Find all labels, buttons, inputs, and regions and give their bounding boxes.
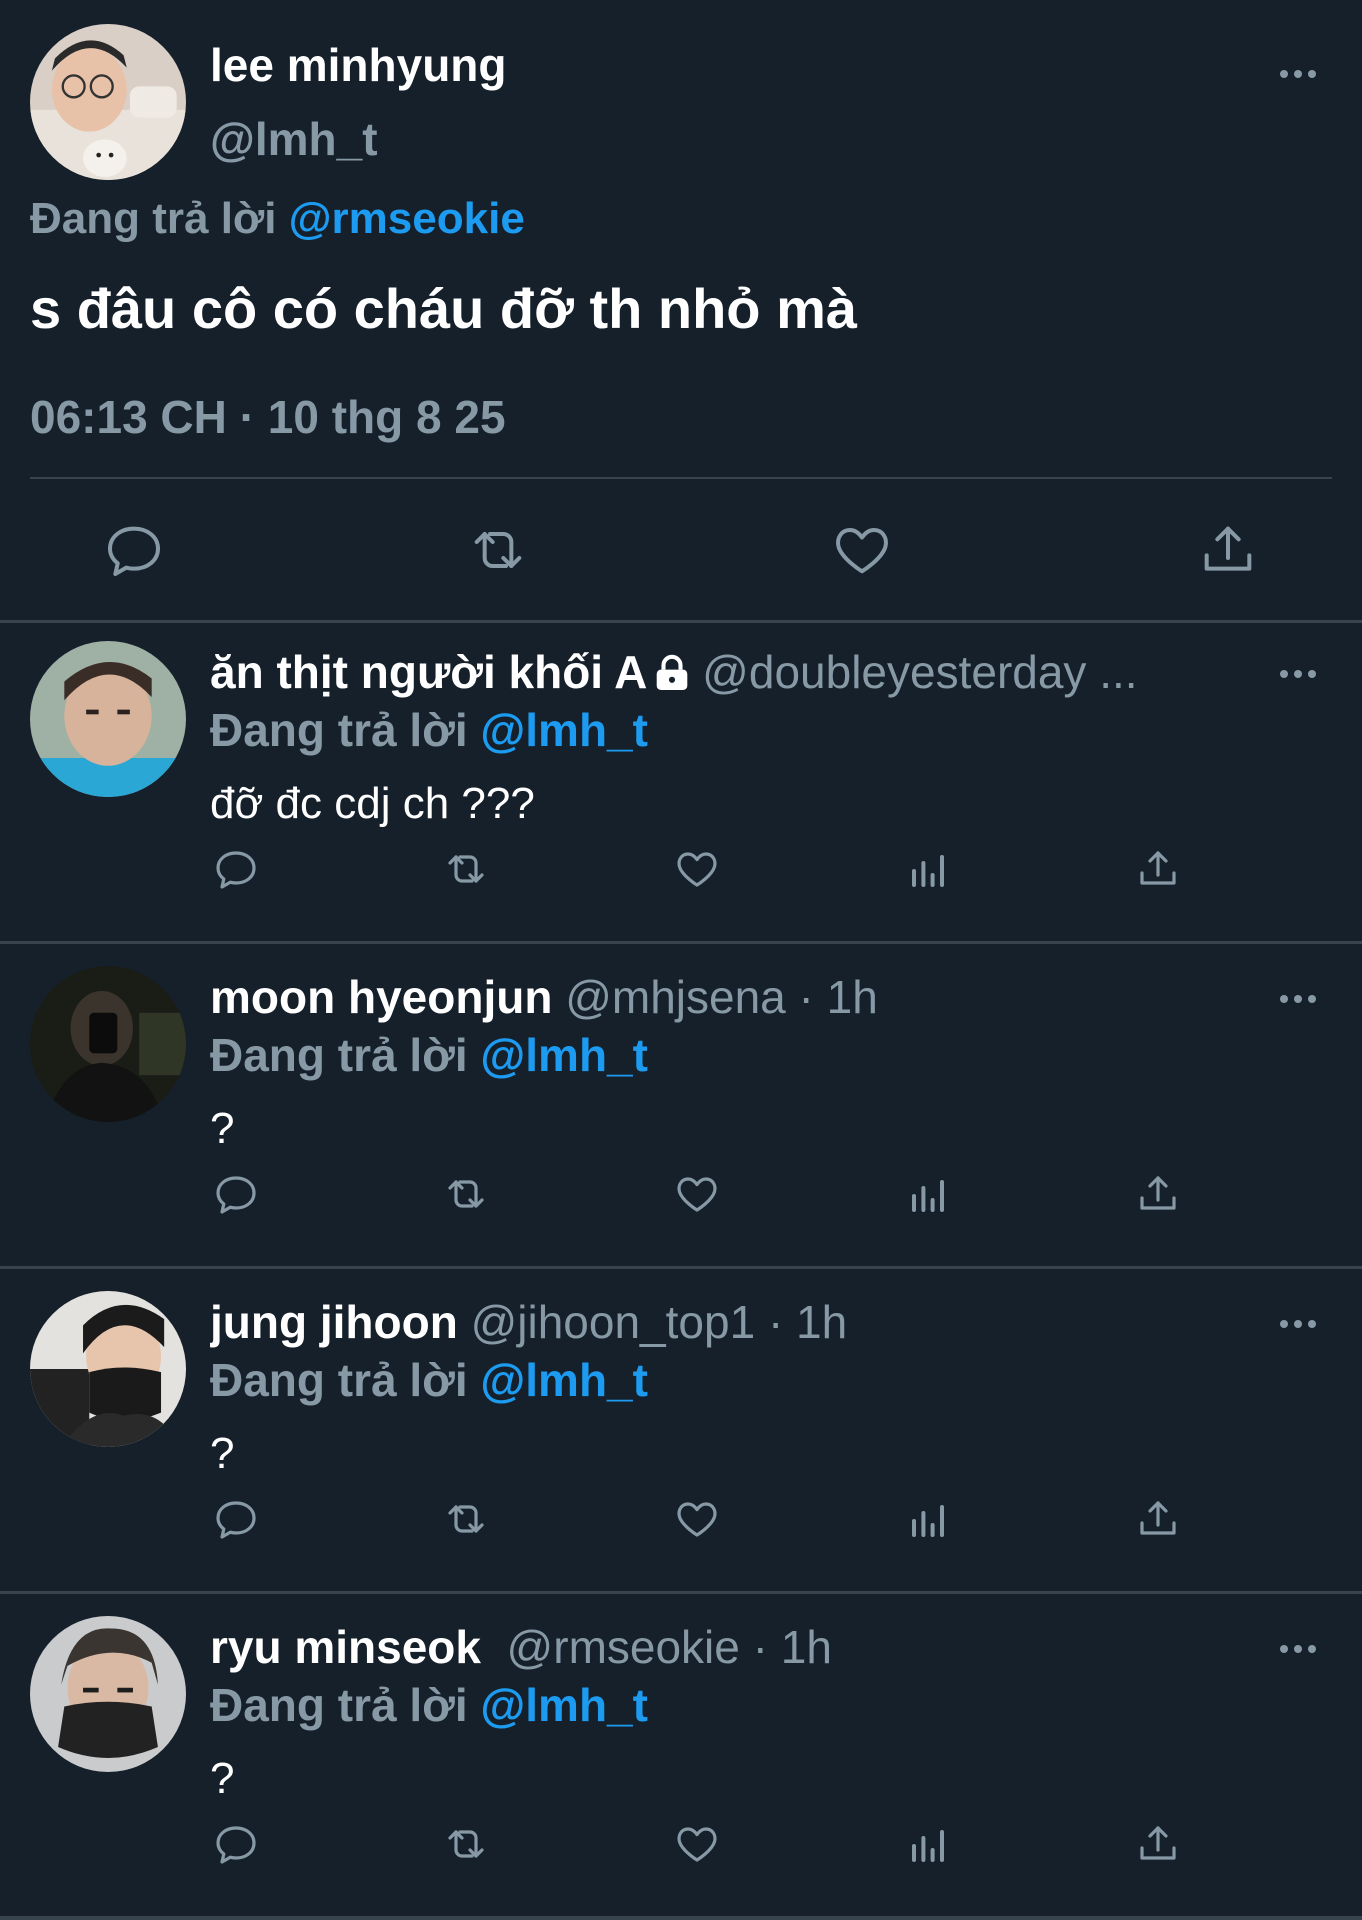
retweet-icon[interactable] xyxy=(466,518,530,582)
display-name[interactable]: jung jihoon xyxy=(210,1296,458,1348)
retweet-icon[interactable] xyxy=(442,1495,490,1543)
share-icon[interactable] xyxy=(1134,1170,1182,1218)
like-icon[interactable] xyxy=(673,1170,721,1218)
user-handle[interactable]: @lmh_t xyxy=(210,112,378,166)
avatar[interactable] xyxy=(30,24,186,180)
replying-to-mention[interactable]: @rmseokie xyxy=(289,194,525,243)
replying-to-prefix: Đang trả lời xyxy=(210,1354,481,1406)
reply-tweet[interactable]: moon hyeonjun @mhjsena · 1h Đang trả lời… xyxy=(0,948,1362,1270)
replying-to-mention[interactable]: @lmh_t xyxy=(480,1029,648,1081)
tweet-text: đỡ đc cdj ch ??? xyxy=(210,779,535,828)
reply-icon[interactable] xyxy=(102,518,166,582)
display-name[interactable]: ăn thịt người khối A xyxy=(210,646,647,698)
display-name[interactable]: ryu minseok xyxy=(210,1621,481,1673)
lock-icon xyxy=(657,654,688,690)
share-icon[interactable] xyxy=(1134,1820,1182,1868)
divider xyxy=(0,1266,1362,1269)
display-name[interactable]: lee minhyung xyxy=(210,38,506,92)
divider xyxy=(0,941,1362,944)
analytics-icon[interactable] xyxy=(904,1495,952,1543)
avatar[interactable] xyxy=(30,1291,186,1447)
reply-tweet[interactable]: jung jihoon @jihoon_top1 · 1h Đang trả l… xyxy=(0,1273,1362,1595)
replying-to-line: Đang trả lời @lmh_t xyxy=(210,1028,648,1082)
tweet-text: ? xyxy=(210,1429,235,1478)
like-icon[interactable] xyxy=(830,518,894,582)
retweet-icon[interactable] xyxy=(442,845,490,893)
reply-tweet[interactable]: ăn thịt người khối A @doubleyesterday ..… xyxy=(0,623,1362,945)
reply-icon[interactable] xyxy=(212,1495,260,1543)
reply-icon[interactable] xyxy=(212,1820,260,1868)
more-options-icon[interactable] xyxy=(1280,993,1320,1005)
reply-icon[interactable] xyxy=(212,1170,260,1218)
tweet-text: ? xyxy=(210,1754,235,1803)
divider xyxy=(30,477,1332,479)
tweet-timestamp: 06:13 CH · 10 thg 8 25 xyxy=(30,391,506,443)
replying-to-line: Đang trả lời @lmh_t xyxy=(210,1678,648,1732)
replying-to-prefix: Đang trả lời xyxy=(30,194,289,243)
more-options-icon[interactable] xyxy=(1280,668,1320,680)
divider xyxy=(0,1591,1362,1594)
reply-header: ryu minseok @rmseokie · 1h xyxy=(210,1620,1260,1674)
reply-header: jung jihoon @jihoon_top1 · 1h xyxy=(210,1295,1260,1349)
replying-to-line: Đang trả lời @lmh_t xyxy=(210,1353,648,1407)
share-icon[interactable] xyxy=(1134,845,1182,893)
replying-to-line: Đang trả lời @lmh_t xyxy=(210,703,648,757)
replying-to-prefix: Đang trả lời xyxy=(210,1029,481,1081)
handle-and-time[interactable]: @doubleyesterday ... xyxy=(689,646,1137,698)
divider xyxy=(0,1916,1362,1920)
retweet-icon[interactable] xyxy=(442,1820,490,1868)
share-icon[interactable] xyxy=(1134,1495,1182,1543)
replying-to-mention[interactable]: @lmh_t xyxy=(480,704,648,756)
like-icon[interactable] xyxy=(673,1495,721,1543)
analytics-icon[interactable] xyxy=(904,1820,952,1868)
avatar[interactable] xyxy=(30,641,186,797)
share-icon[interactable] xyxy=(1196,518,1260,582)
reply-icon[interactable] xyxy=(212,845,260,893)
reply-tweet[interactable]: ryu minseok @rmseokie · 1h Đang trả lời … xyxy=(0,1598,1362,1920)
handle-and-time[interactable]: @mhjsena · 1h xyxy=(552,971,878,1023)
retweet-icon[interactable] xyxy=(442,1170,490,1218)
analytics-icon[interactable] xyxy=(904,1170,952,1218)
tweet-text: ? xyxy=(210,1104,235,1153)
like-icon[interactable] xyxy=(673,845,721,893)
more-options-icon[interactable] xyxy=(1280,68,1320,80)
avatar[interactable] xyxy=(30,966,186,1122)
replying-to-mention[interactable]: @lmh_t xyxy=(480,1354,648,1406)
replying-to-line: Đang trả lời @rmseokie xyxy=(30,194,525,244)
analytics-icon[interactable] xyxy=(904,845,952,893)
more-options-icon[interactable] xyxy=(1280,1318,1320,1330)
avatar[interactable] xyxy=(30,1616,186,1772)
tweet-text: s đâu cô có cháu đỡ th nhỏ mà xyxy=(30,277,858,340)
handle-and-time[interactable]: @rmseokie · 1h xyxy=(481,1621,832,1673)
more-options-icon[interactable] xyxy=(1280,1643,1320,1655)
display-name[interactable]: moon hyeonjun xyxy=(210,971,552,1023)
reply-header: moon hyeonjun @mhjsena · 1h xyxy=(210,970,1260,1024)
replying-to-prefix: Đang trả lời xyxy=(210,1679,481,1731)
replying-to-prefix: Đang trả lời xyxy=(210,704,481,756)
handle-and-time[interactable]: @jihoon_top1 · 1h xyxy=(458,1296,848,1348)
replying-to-mention[interactable]: @lmh_t xyxy=(480,1679,648,1731)
main-tweet: lee minhyung @lmh_t Đang trả lời @rmseok… xyxy=(0,0,1362,620)
like-icon[interactable] xyxy=(673,1820,721,1868)
reply-header: ăn thịt người khối A @doubleyesterday ..… xyxy=(210,645,1260,699)
